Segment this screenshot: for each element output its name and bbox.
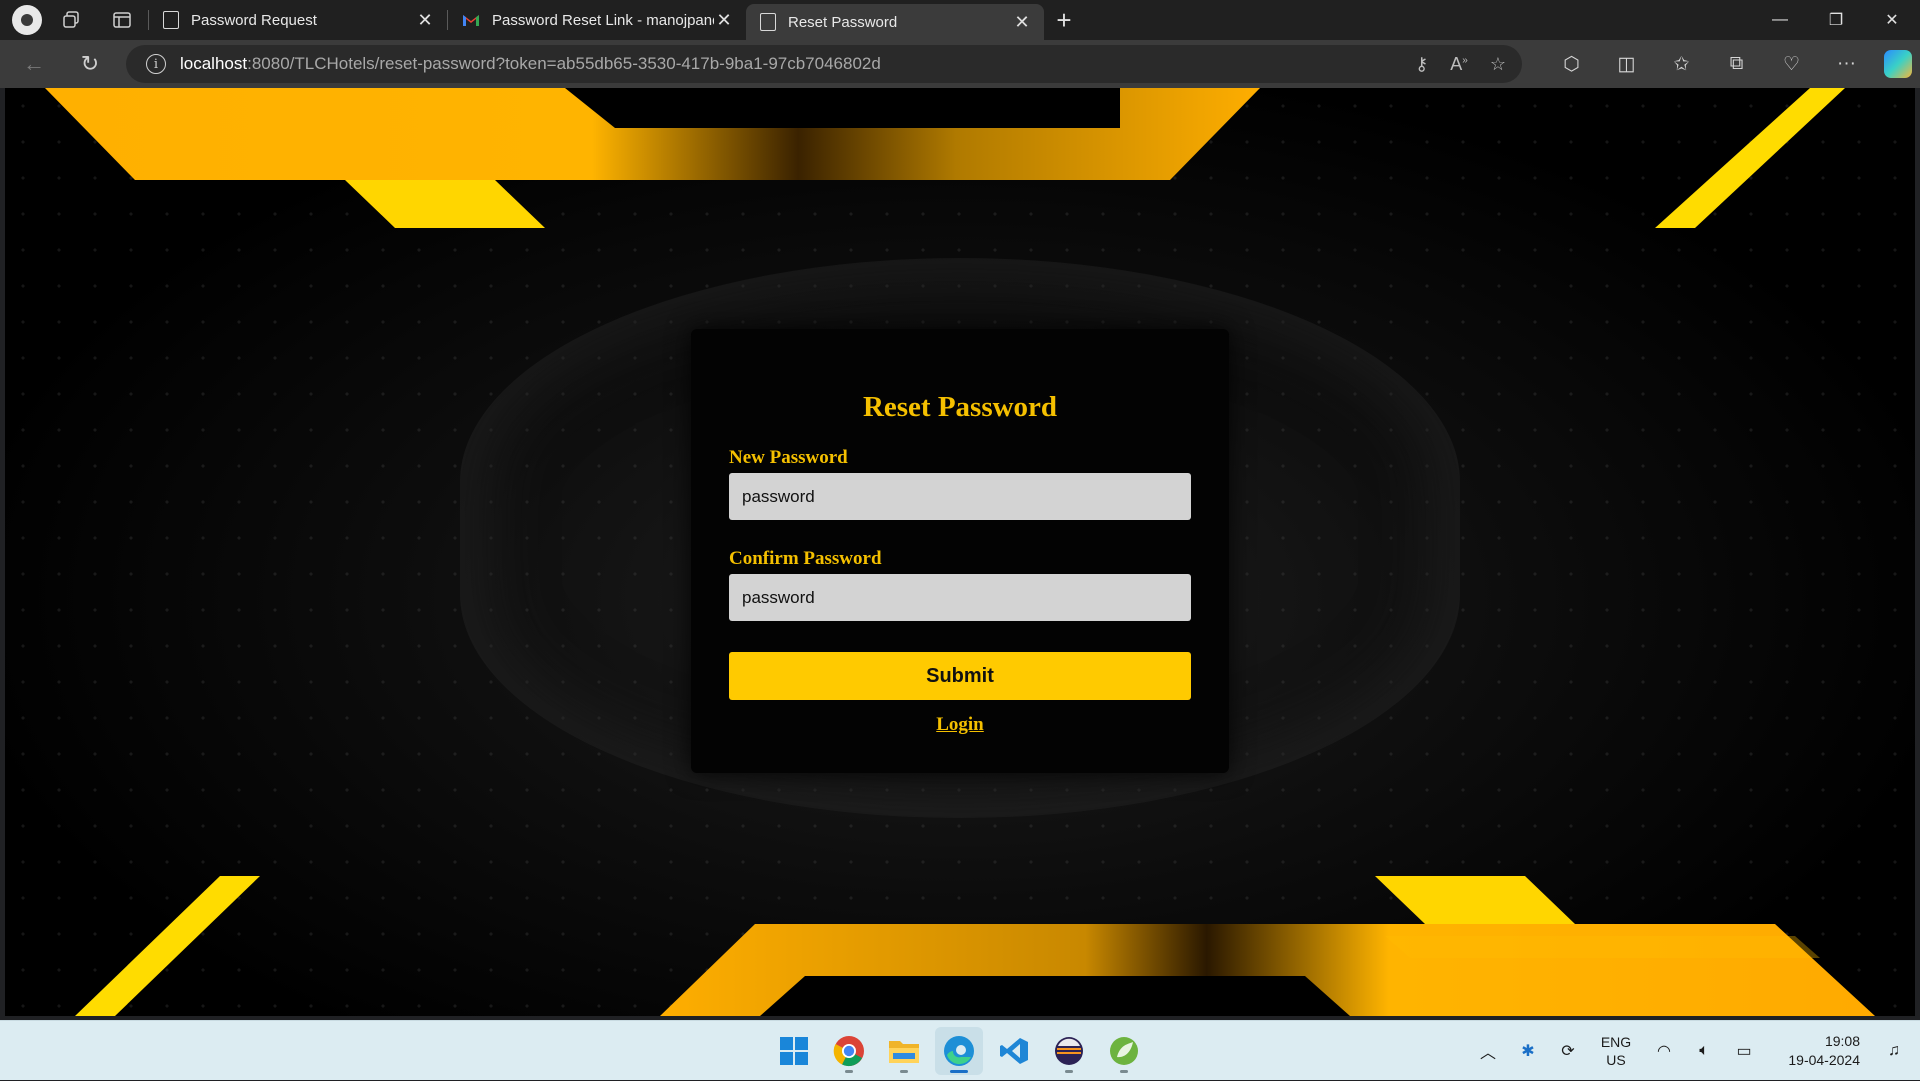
- edge-icon[interactable]: [935, 1027, 983, 1075]
- volume-icon[interactable]: 🔈︎: [1684, 1042, 1724, 1060]
- reset-password-card: Reset Password New Password password Con…: [691, 329, 1229, 773]
- window-close-icon[interactable]: ✕: [1864, 0, 1920, 40]
- tab-password-request[interactable]: Password Request ✕: [149, 0, 447, 40]
- page-viewport: Reset Password New Password password Con…: [5, 88, 1915, 1016]
- windows-start-icon[interactable]: [770, 1027, 818, 1075]
- file-explorer-icon[interactable]: [880, 1027, 928, 1075]
- confirm-password-input[interactable]: password: [729, 574, 1191, 621]
- language-code: ENG: [1600, 1034, 1632, 1050]
- refresh-icon[interactable]: ↻: [68, 44, 112, 84]
- minimize-icon[interactable]: —: [1752, 0, 1808, 40]
- browser-essentials-icon[interactable]: ♡: [1764, 44, 1819, 84]
- tab-title: Password Request: [191, 11, 317, 29]
- confirm-password-label: Confirm Password: [729, 548, 882, 569]
- tab-title: Reset Password: [788, 13, 898, 31]
- favorite-star-icon[interactable]: ☆: [1490, 54, 1506, 75]
- spring-tool-icon[interactable]: [1100, 1027, 1148, 1075]
- wifi-icon[interactable]: ◠: [1644, 1041, 1684, 1061]
- read-aloud-icon[interactable]: A»: [1450, 54, 1468, 75]
- collections-icon[interactable]: ⧉: [1709, 44, 1764, 84]
- tab-actions-icon[interactable]: [102, 0, 142, 40]
- page-title: Reset Password: [862, 391, 1058, 423]
- favorites-icon[interactable]: ✩: [1654, 44, 1709, 84]
- battery-icon[interactable]: ▭: [1724, 1041, 1764, 1061]
- more-options-icon[interactable]: ···: [1819, 44, 1874, 84]
- eclipse-icon[interactable]: [1045, 1027, 1093, 1075]
- close-icon[interactable]: ✕: [714, 10, 734, 31]
- copilot-icon[interactable]: [1884, 50, 1912, 78]
- tab-reset-password[interactable]: Reset Password ✕: [746, 4, 1044, 40]
- submit-button[interactable]: Submit: [729, 652, 1191, 700]
- notification-bell-icon[interactable]: ♫: [1874, 1042, 1914, 1060]
- system-tray: ︿ ✱ ⟳ ENG US ◠ 🔈︎ ▭ 19:08 19-04-2024 ♫: [1468, 1021, 1920, 1081]
- workspaces-icon[interactable]: [52, 0, 92, 40]
- region-code: US: [1606, 1052, 1626, 1068]
- address-toolbar: ← ↻ i localhost:8080/TLCHotels/reset-pas…: [0, 40, 1920, 88]
- site-info-icon[interactable]: i: [146, 54, 166, 74]
- address-bar[interactable]: i localhost:8080/TLCHotels/reset-passwor…: [126, 45, 1522, 83]
- profile-avatar-icon[interactable]: [12, 5, 42, 35]
- tab-strip: Password Request ✕ Password Reset Link -…: [0, 0, 1920, 40]
- clock[interactable]: 19:08 19-04-2024: [1764, 1032, 1860, 1070]
- split-screen-icon[interactable]: ◫: [1599, 44, 1654, 84]
- date-text: 19-04-2024: [1788, 1052, 1860, 1068]
- tab-gmail[interactable]: Password Reset Link - manojpand ✕: [448, 0, 746, 40]
- new-password-input[interactable]: password: [729, 473, 1191, 520]
- window-controls: — ❐ ✕: [1752, 0, 1920, 40]
- sync-icon[interactable]: ⟳: [1548, 1041, 1588, 1061]
- bluetooth-icon[interactable]: ✱: [1508, 1041, 1548, 1061]
- vscode-icon[interactable]: [990, 1027, 1038, 1075]
- extensions-icon[interactable]: ⬡: [1544, 44, 1599, 84]
- url-host: localhost: [180, 54, 248, 73]
- close-icon[interactable]: ✕: [415, 10, 435, 31]
- gmail-icon: [462, 13, 480, 27]
- chevron-up-icon[interactable]: ︿: [1468, 1039, 1508, 1063]
- login-link[interactable]: Login: [691, 714, 1229, 736]
- chrome-icon[interactable]: [825, 1027, 873, 1075]
- page-icon: [163, 11, 179, 29]
- close-icon[interactable]: ✕: [1012, 12, 1032, 33]
- language-indicator[interactable]: ENG US: [1588, 1033, 1644, 1069]
- new-tab-icon[interactable]: +: [1044, 0, 1084, 40]
- restore-icon[interactable]: ❐: [1808, 0, 1864, 40]
- key-icon[interactable]: ⚷: [1415, 54, 1428, 75]
- back-arrow-icon[interactable]: ←: [12, 44, 56, 84]
- tab-title: Password Reset Link - manojpand: [492, 11, 714, 29]
- new-password-label: New Password: [729, 447, 848, 468]
- url-text[interactable]: localhost:8080/TLCHotels/reset-password?…: [180, 54, 881, 74]
- url-path: :8080/TLCHotels/reset-password?token=ab5…: [247, 54, 881, 73]
- time-text: 19:08: [1824, 1033, 1860, 1049]
- page-icon: [760, 13, 776, 31]
- windows-taskbar: ︿ ✱ ⟳ ENG US ◠ 🔈︎ ▭ 19:08 19-04-2024 ♫: [0, 1020, 1920, 1080]
